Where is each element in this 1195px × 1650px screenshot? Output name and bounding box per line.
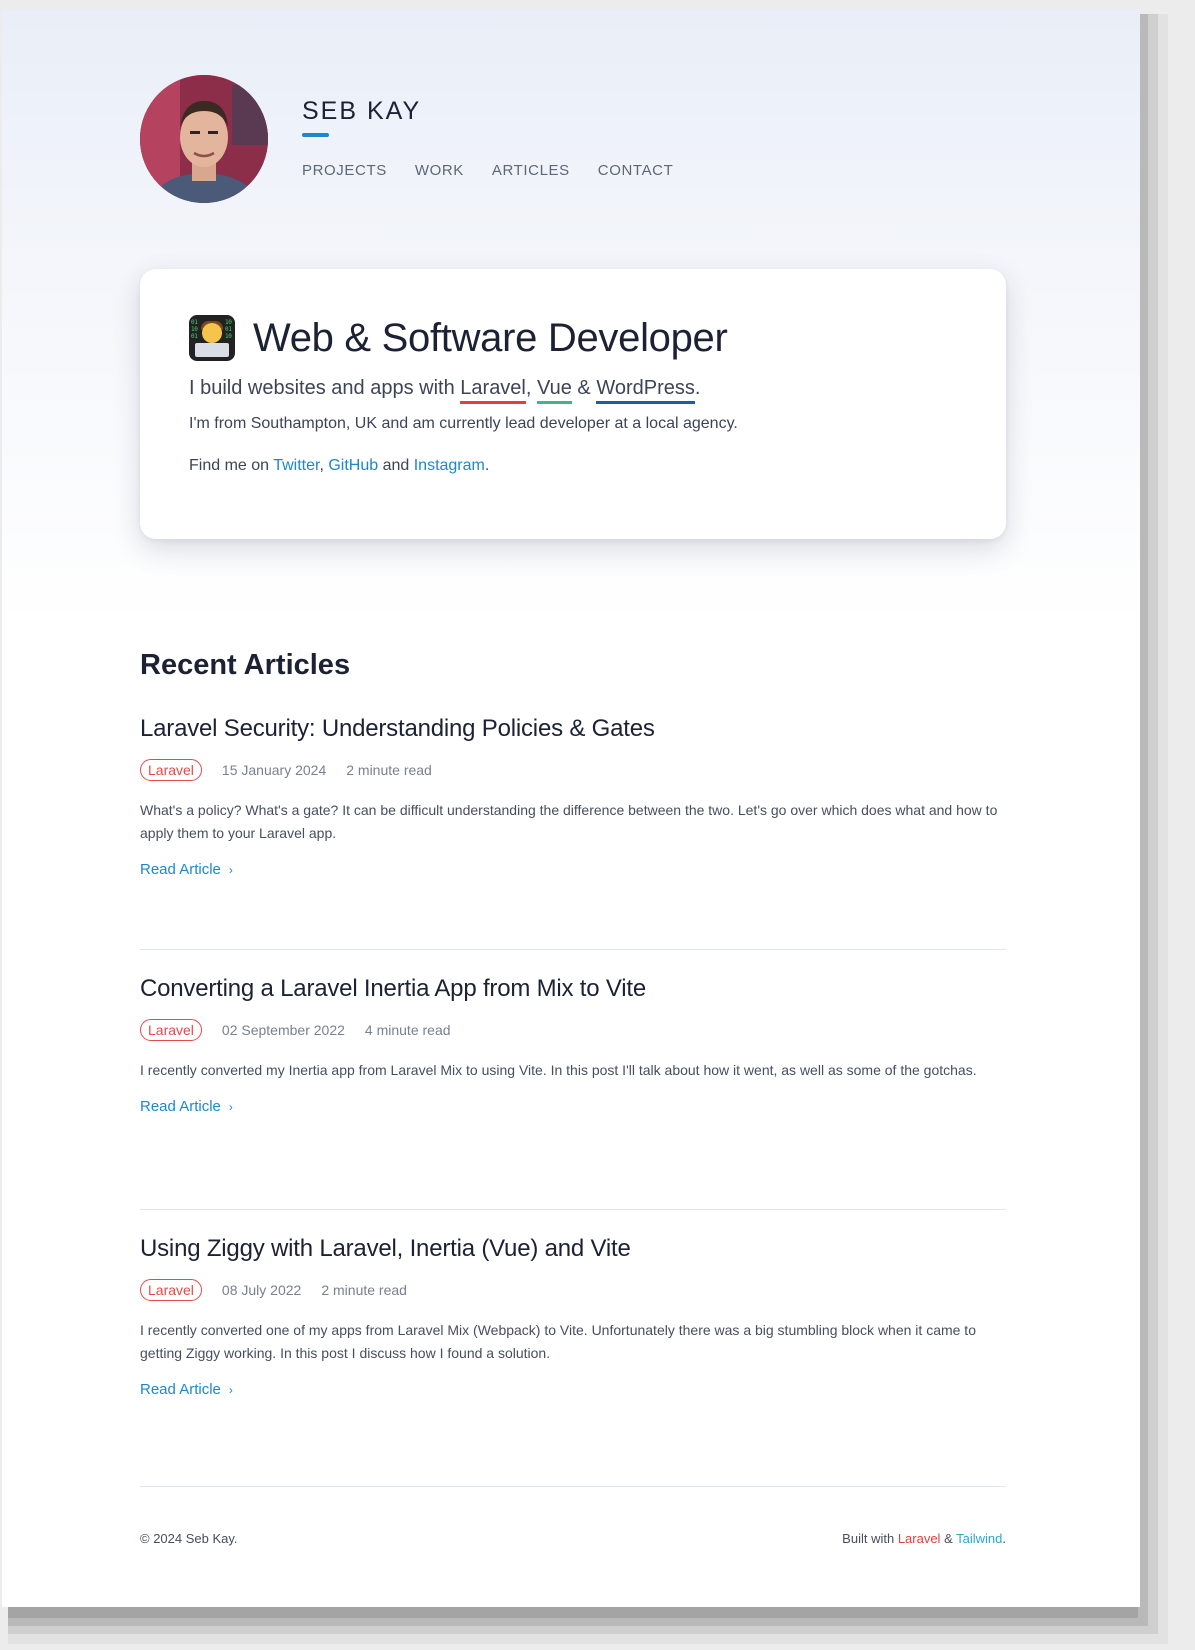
nav-work[interactable]: WORK	[415, 162, 464, 179]
avatar-photo	[140, 75, 268, 203]
social-prefix: Find me on	[189, 457, 274, 474]
copyright: © 2024 Seb Kay.	[140, 1531, 238, 1546]
github-link[interactable]: GitHub	[328, 457, 378, 474]
built-with-laravel-link[interactable]: Laravel	[898, 1531, 941, 1546]
hero-subtitle: I build websites and apps with Laravel, …	[189, 377, 701, 404]
read-article-link[interactable]: Read Article ›	[140, 1381, 1006, 1398]
social-sep: and	[378, 457, 414, 474]
built-with-end: .	[1002, 1531, 1006, 1546]
nav-contact[interactable]: CONTACT	[598, 162, 674, 179]
article-tag[interactable]: Laravel	[140, 759, 202, 781]
article-date: 02 September 2022	[221, 1022, 345, 1038]
hero-subtitle-sep: &	[571, 377, 597, 399]
intro-card: 01 10 01 10 01 10 Web & Software Developer I…	[140, 269, 1006, 539]
article-divider	[140, 949, 1006, 950]
article-item: Converting a Laravel Inertia App from Mi…	[140, 975, 1006, 1115]
nav-projects[interactable]: PROJECTS	[302, 162, 387, 179]
site-title-underline	[302, 133, 329, 137]
technologist-emoji-icon: 01 10 01 10 01 10	[189, 315, 235, 361]
article-read-time: 4 minute read	[364, 1022, 451, 1038]
article-excerpt: I recently converted one of my apps from…	[140, 1322, 976, 1361]
article-date: 15 January 2024	[221, 762, 327, 778]
hero-heading: 01 10 01 10 01 10 Web & Software Developer	[189, 315, 728, 361]
article-tag[interactable]: Laravel	[140, 1019, 202, 1041]
social-sep: ,	[319, 457, 329, 474]
nav-articles[interactable]: ARTICLES	[492, 162, 570, 179]
social-links-text: Find me on Twitter, GitHub and Instagram…	[189, 457, 489, 475]
chevron-right-icon: ›	[228, 862, 233, 877]
article-meta: Laravel 15 January 2024 2 minute read	[140, 759, 1006, 781]
hero-title-text: Web & Software Developer	[253, 315, 728, 360]
built-with-prefix: Built with	[842, 1531, 898, 1546]
instagram-link[interactable]: Instagram	[414, 457, 485, 474]
recent-articles-heading: Recent Articles	[140, 649, 351, 681]
article-meta: Laravel 02 September 2022 4 minute read	[140, 1019, 1006, 1041]
hero-subtitle-prefix: I build websites and apps with	[189, 377, 461, 399]
hero-subtitle-end: .	[694, 377, 701, 399]
article-excerpt: I recently converted my Inertia app from…	[140, 1062, 977, 1078]
article-meta: Laravel 08 July 2022 2 minute read	[140, 1279, 1006, 1301]
chevron-right-icon: ›	[228, 1099, 233, 1114]
stack-laravel-link[interactable]: Laravel	[460, 377, 526, 404]
article-divider	[140, 1209, 1006, 1210]
avatar[interactable]	[140, 75, 268, 203]
read-article-link[interactable]: Read Article ›	[140, 1098, 1006, 1115]
read-article-label: Read Article	[140, 1381, 221, 1398]
built-with: Built with Laravel & Tailwind.	[842, 1531, 1006, 1546]
article-title[interactable]: Converting a Laravel Inertia App from Mi…	[140, 975, 1006, 1003]
article-read-time: 2 minute read	[346, 762, 432, 778]
page: SEB KAY PROJECTS WORK ARTICLES CONTACT 0…	[2, 9, 1140, 1607]
built-with-sep: &	[940, 1531, 957, 1546]
article-title[interactable]: Using Ziggy with Laravel, Inertia (Vue) …	[140, 1235, 1006, 1263]
stack-vue-link[interactable]: Vue	[537, 377, 572, 404]
twitter-link[interactable]: Twitter	[273, 457, 319, 474]
article-tag[interactable]: Laravel	[140, 1279, 202, 1301]
read-article-label: Read Article	[140, 1098, 221, 1115]
main-nav: PROJECTS WORK ARTICLES CONTACT	[302, 162, 701, 179]
article-read-time: 2 minute read	[321, 1282, 407, 1298]
article-excerpt: What's a policy? What's a gate? It can b…	[140, 802, 998, 841]
article-title[interactable]: Laravel Security: Understanding Policies…	[140, 715, 1006, 743]
social-end: .	[484, 457, 490, 474]
chevron-right-icon: ›	[228, 1382, 233, 1397]
read-article-link[interactable]: Read Article ›	[140, 861, 1006, 878]
built-with-tailwind-link[interactable]: Tailwind	[956, 1531, 1002, 1546]
article-date: 08 July 2022	[221, 1282, 302, 1298]
read-article-label: Read Article	[140, 861, 221, 878]
stack-wordpress-link[interactable]: WordPress	[596, 377, 695, 404]
footer-divider	[140, 1486, 1006, 1487]
hero-subtitle-sep: ,	[525, 377, 538, 399]
site-title[interactable]: SEB KAY	[302, 97, 421, 126]
article-item: Laravel Security: Understanding Policies…	[140, 715, 1006, 878]
article-item: Using Ziggy with Laravel, Inertia (Vue) …	[140, 1235, 1006, 1398]
about-text: I'm from Southampton, UK and am currentl…	[189, 415, 738, 432]
